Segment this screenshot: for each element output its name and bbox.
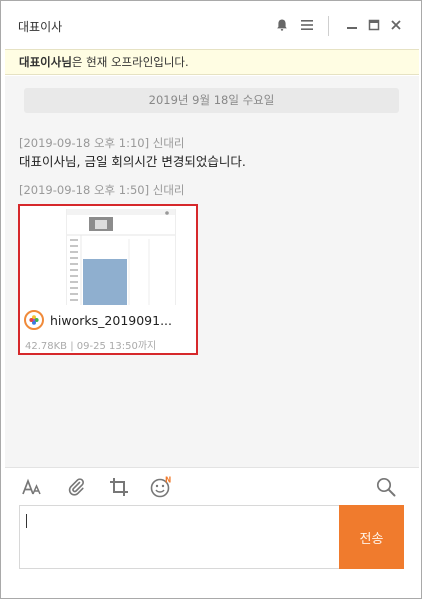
- title-bar: 대표이사: [1, 1, 421, 49]
- message-input[interactable]: [19, 505, 339, 569]
- file-info: 42.78KB | 09-25 13:50까지: [25, 341, 157, 352]
- close-icon[interactable]: [388, 17, 404, 33]
- file-thumbnail[interactable]: [66, 209, 176, 305]
- bell-icon[interactable]: [274, 17, 290, 33]
- file-row[interactable]: hiworks_2019091...: [24, 308, 192, 332]
- date-divider: 2019년 9월 18일 수요일: [24, 88, 399, 113]
- notice-name: 대표이사님: [19, 55, 72, 69]
- file-attachment-card[interactable]: hiworks_2019091... 42.78KB | 09-25 13:50…: [18, 204, 198, 355]
- file-name[interactable]: hiworks_2019091...: [50, 313, 172, 328]
- attach-icon[interactable]: [65, 476, 87, 498]
- menu-icon[interactable]: [299, 17, 315, 33]
- photo-app-icon: [24, 310, 44, 330]
- text-caret: [26, 514, 27, 528]
- window-title: 대표이사: [18, 20, 63, 34]
- notice-text: 은 현재 오프라인입니다.: [71, 55, 189, 69]
- font-icon[interactable]: [22, 476, 44, 498]
- input-toolbar: N: [5, 467, 419, 505]
- message-meta: [2019-09-18 오후 1:50] 신대리: [19, 183, 185, 197]
- emoji-icon[interactable]: N: [150, 476, 172, 498]
- maximize-icon[interactable]: [366, 17, 382, 33]
- send-button[interactable]: 전송: [339, 505, 404, 569]
- offline-notice: 대표이사님은 현재 오프라인입니다.: [5, 49, 419, 75]
- search-icon[interactable]: [375, 476, 397, 498]
- minimize-icon[interactable]: [344, 17, 360, 33]
- chat-window: 대표이사 대표이사님은 현재 오프라인입니다. 2019년 9월 18일 수요일…: [0, 0, 422, 599]
- title-divider: [328, 16, 329, 36]
- message-meta: [2019-09-18 오후 1:10] 신대리: [19, 136, 185, 150]
- emoji-new-badge: N: [165, 476, 171, 485]
- message-text[interactable]: 대표이사님, 금일 회의시간 변경되었습니다.: [19, 151, 246, 170]
- crop-icon[interactable]: [108, 476, 130, 498]
- chat-area[interactable]: 2019년 9월 18일 수요일 [2019-09-18 오후 1:10] 신대…: [5, 76, 419, 467]
